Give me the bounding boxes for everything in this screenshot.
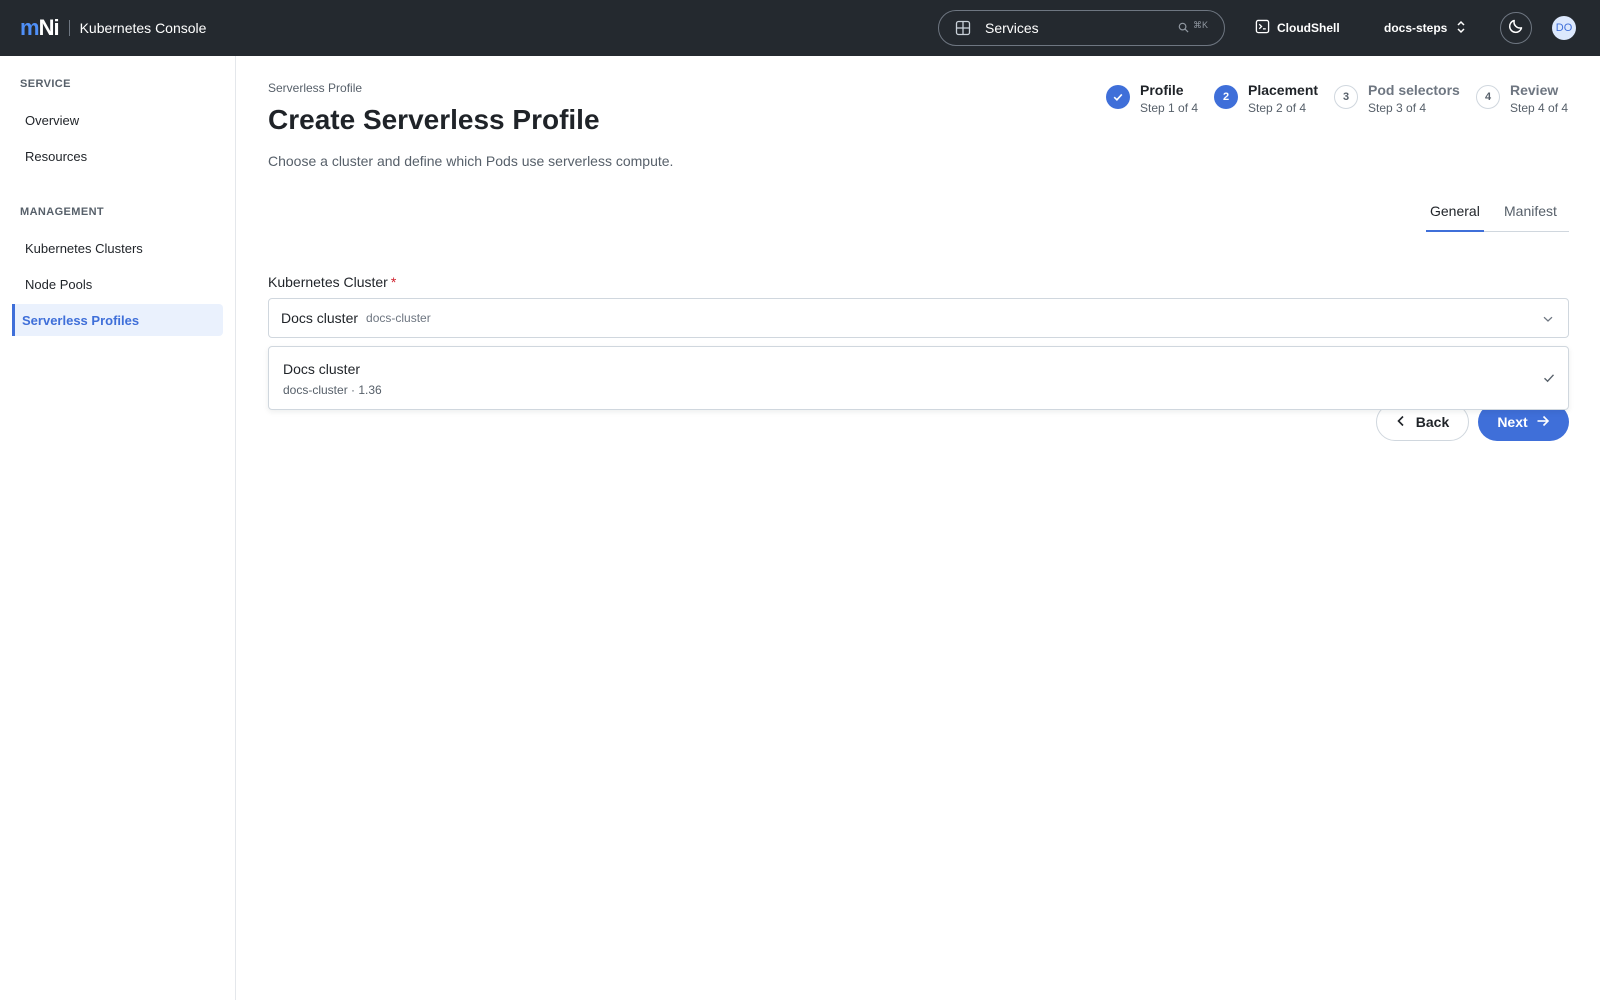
chevron-left-icon xyxy=(1396,414,1406,430)
back-label: Back xyxy=(1415,414,1450,430)
step-profile[interactable]: Profile Step 1 of 4 xyxy=(1106,82,1198,115)
terminal-icon xyxy=(1255,19,1270,37)
sidebar-item-kubernetes-clusters[interactable]: Kubernetes Clusters xyxy=(12,232,223,264)
option-name: Docs cluster xyxy=(283,361,361,377)
step-number: 4 xyxy=(1476,85,1500,109)
sidebar-section-management: MANAGEMENT xyxy=(20,206,105,218)
chevron-up-down-icon xyxy=(1455,20,1467,37)
step-title: Pod selectors xyxy=(1368,82,1460,98)
required-mark: * xyxy=(390,274,397,290)
logo: mNi xyxy=(20,15,60,40)
search-label: Services xyxy=(985,20,1039,36)
step-title: Placement xyxy=(1248,82,1319,98)
cluster-label-text: Kubernetes Cluster xyxy=(268,274,388,290)
breadcrumb[interactable]: Serverless Profile xyxy=(268,81,362,95)
search-icon xyxy=(1178,22,1189,35)
grid-icon xyxy=(955,20,971,36)
cluster-option[interactable]: Docs cluster docs-cluster · 1.36 xyxy=(269,347,1568,409)
step-review[interactable]: 4 Review Step 4 of 4 xyxy=(1476,82,1568,115)
logo-letter-n: N xyxy=(38,15,55,40)
sidebar: SERVICE Overview Resources MANAGEMENT Ku… xyxy=(0,56,236,1000)
step-subtitle: Step 4 of 4 xyxy=(1510,101,1569,115)
cloudshell-label: CloudShell xyxy=(1277,21,1340,35)
sidebar-item-resources[interactable]: Resources xyxy=(12,140,223,172)
step-number: 3 xyxy=(1334,85,1358,109)
avatar[interactable]: DO xyxy=(1552,16,1576,40)
step-placement[interactable]: 2 Placement Step 2 of 4 xyxy=(1214,82,1318,115)
step-subtitle: Step 1 of 4 xyxy=(1140,101,1199,115)
step-pod-selectors[interactable]: 3 Pod selectors Step 3 of 4 xyxy=(1334,82,1460,115)
tab-general[interactable]: General xyxy=(1426,196,1484,232)
brand-divider xyxy=(68,20,70,36)
sidebar-item-serverless-profiles[interactable]: Serverless Profiles xyxy=(12,304,223,336)
option-meta: docs-cluster · 1.36 xyxy=(283,383,382,397)
cluster-field-label: Kubernetes Cluster * xyxy=(268,274,396,290)
step-subtitle: Step 3 of 4 xyxy=(1368,101,1427,115)
project-label: docs-steps xyxy=(1384,21,1448,35)
page-subtitle: Choose a cluster and define which Pods u… xyxy=(268,153,674,169)
moon-icon xyxy=(1508,18,1524,39)
page-title: Create Serverless Profile xyxy=(268,104,600,135)
top-bar: mNi Kubernetes Console Services ⌘K Cloud… xyxy=(0,0,1600,56)
brand[interactable]: mNi Kubernetes Console xyxy=(0,0,206,56)
step-title: Review xyxy=(1510,82,1559,98)
cloudshell-button[interactable]: CloudShell xyxy=(1255,18,1340,38)
step-title: Profile xyxy=(1140,82,1184,98)
sidebar-section-service: SERVICE xyxy=(20,78,71,90)
chevron-down-icon xyxy=(1542,312,1554,330)
check-icon xyxy=(1542,371,1556,390)
step-number: 2 xyxy=(1214,85,1238,109)
sidebar-item-overview[interactable]: Overview xyxy=(12,104,223,136)
search-bar[interactable]: Services ⌘K xyxy=(938,10,1225,46)
step-subtitle: Step 2 of 4 xyxy=(1248,101,1307,115)
selected-cluster-id: docs-cluster xyxy=(366,311,431,325)
check-icon xyxy=(1106,85,1130,109)
tab-bar: General Manifest xyxy=(1426,196,1569,232)
theme-toggle-button[interactable] xyxy=(1500,12,1532,44)
selected-cluster-name: Docs cluster xyxy=(281,310,359,326)
next-label: Next xyxy=(1497,414,1528,430)
arrow-right-icon xyxy=(1536,414,1550,430)
cluster-dropdown: Docs cluster docs-cluster · 1.36 xyxy=(268,346,1569,410)
app-title: Kubernetes Console xyxy=(79,20,207,36)
sidebar-item-node-pools[interactable]: Node Pools xyxy=(12,268,223,300)
cluster-select[interactable]: Docs cluster docs-cluster xyxy=(268,298,1569,338)
tab-manifest[interactable]: Manifest xyxy=(1504,196,1557,232)
shortcut-keys: ⌘K xyxy=(1192,19,1208,30)
logo-letter-i: i xyxy=(53,15,59,40)
logo-letter-m: m xyxy=(20,15,40,40)
project-selector[interactable]: docs-steps xyxy=(1384,18,1467,38)
search-shortcut: ⌘K xyxy=(1178,19,1208,35)
